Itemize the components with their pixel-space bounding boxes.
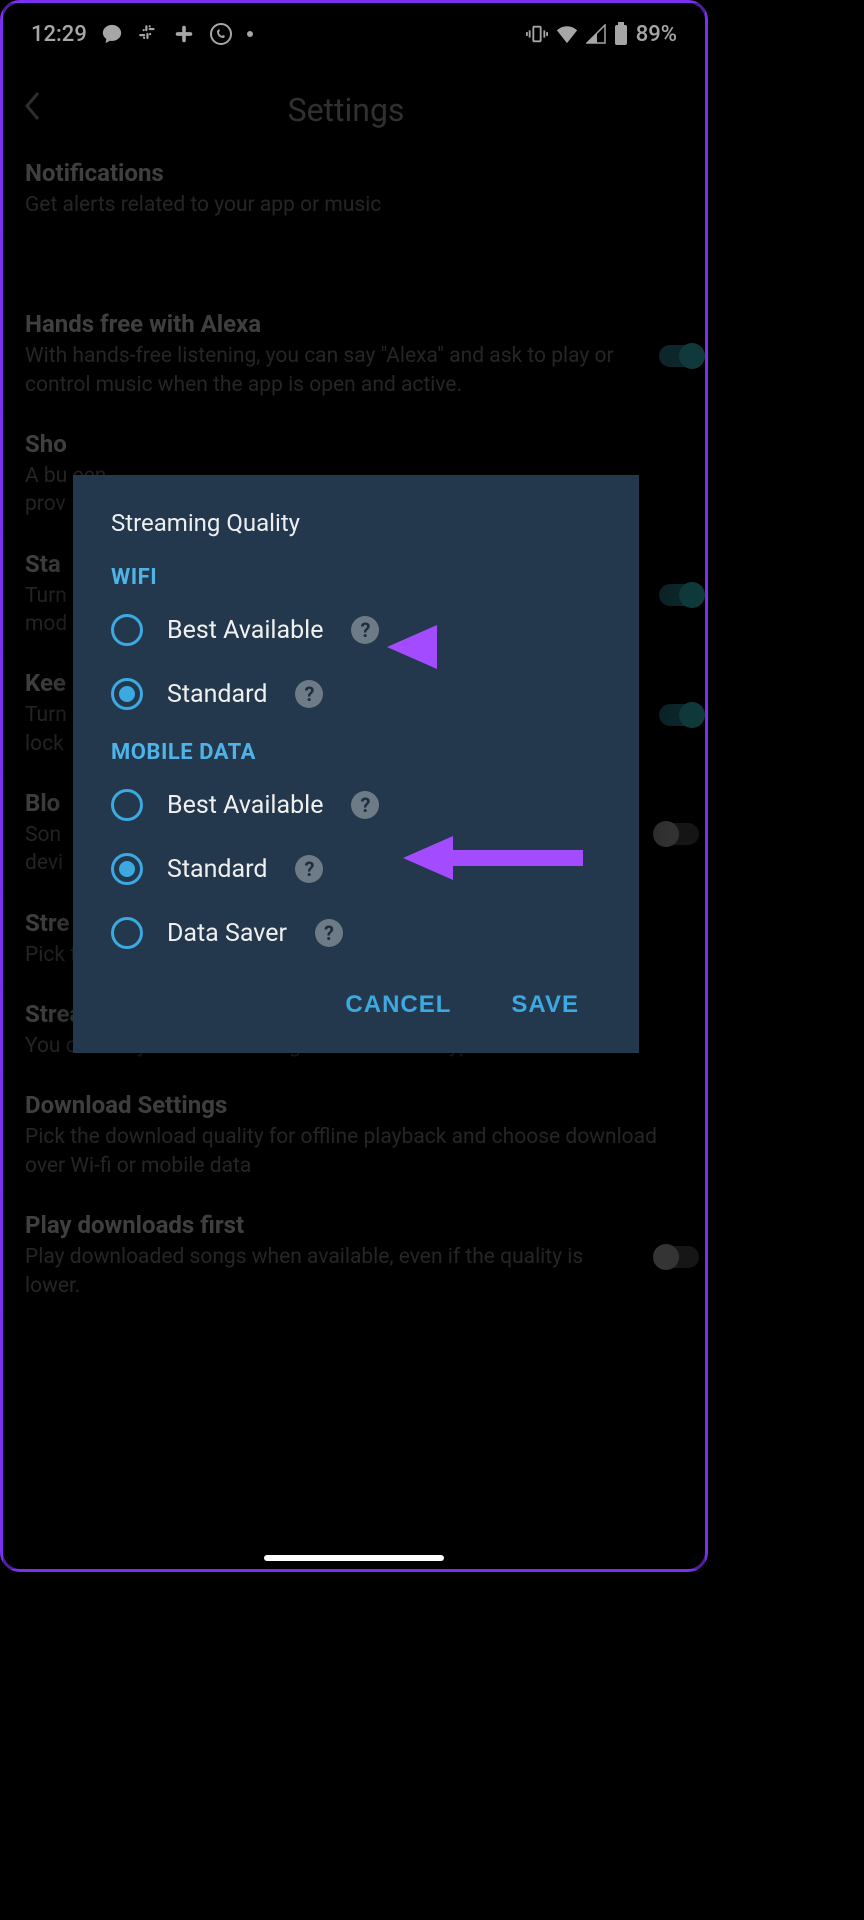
help-icon[interactable]: ? (315, 919, 343, 947)
help-icon[interactable]: ? (351, 616, 379, 644)
quality-option[interactable]: Data Saver? (73, 901, 639, 965)
dialog-title: Streaming Quality (73, 509, 639, 551)
nav-pill (264, 1555, 444, 1561)
option-label: Standard (167, 855, 267, 884)
dialog-section-label: WIFI (73, 551, 639, 598)
help-icon[interactable]: ? (351, 791, 379, 819)
radio-button[interactable] (111, 789, 143, 821)
help-icon[interactable]: ? (295, 680, 323, 708)
radio-button[interactable] (111, 853, 143, 885)
radio-button[interactable] (111, 917, 143, 949)
quality-option[interactable]: Standard? (73, 837, 639, 901)
save-button[interactable]: SAVE (511, 991, 579, 1019)
cancel-button[interactable]: CANCEL (345, 991, 451, 1019)
option-label: Best Available (167, 616, 323, 645)
radio-button[interactable] (111, 614, 143, 646)
streaming-quality-dialog: Streaming Quality WIFIBest Available?Sta… (73, 475, 639, 1053)
radio-button[interactable] (111, 678, 143, 710)
help-icon[interactable]: ? (295, 855, 323, 883)
quality-option[interactable]: Best Available? (73, 598, 639, 662)
dialog-section-label: MOBILE DATA (73, 726, 639, 773)
option-label: Data Saver (167, 919, 287, 948)
option-label: Standard (167, 680, 267, 709)
quality-option[interactable]: Standard? (73, 662, 639, 726)
option-label: Best Available (167, 791, 323, 820)
quality-option[interactable]: Best Available? (73, 773, 639, 837)
